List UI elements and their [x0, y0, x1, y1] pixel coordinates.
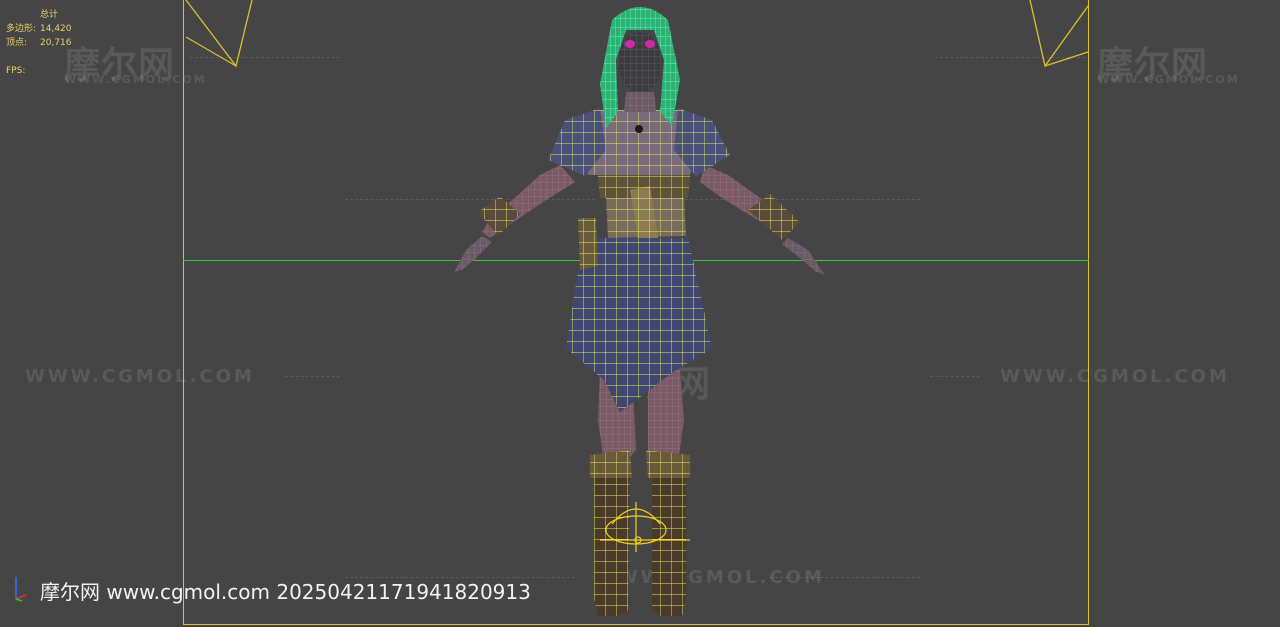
vertices-row: 顶点: 20,716 [6, 36, 72, 50]
head [618, 32, 662, 112]
boots [590, 450, 690, 616]
polygons-label: 多边形: [6, 24, 37, 34]
vertices-label: 顶点: [6, 38, 28, 48]
scene-statistics: 总计 多边形: 14,420 顶点: 20,716 FPS: [6, 8, 72, 78]
polygons-row: 多边形: 14,420 [6, 22, 72, 36]
stats-title: 总计 [40, 10, 59, 20]
axis-tripod-icon [15, 577, 27, 602]
fps-label: FPS: [6, 66, 26, 76]
vertices-value: 20,716 [40, 38, 72, 48]
skirt [566, 218, 712, 412]
3d-viewport[interactable]: 摩尔网 WWW.CGMOL.COM 摩尔网 WWW.CGMOL.COM WWW.… [0, 0, 1280, 627]
footer-watermark: 摩尔网 www.cgmol.com 20250421171941820913 [40, 580, 531, 604]
character-model[interactable] [0, 0, 1280, 627]
polygons-value: 14,420 [40, 24, 72, 34]
